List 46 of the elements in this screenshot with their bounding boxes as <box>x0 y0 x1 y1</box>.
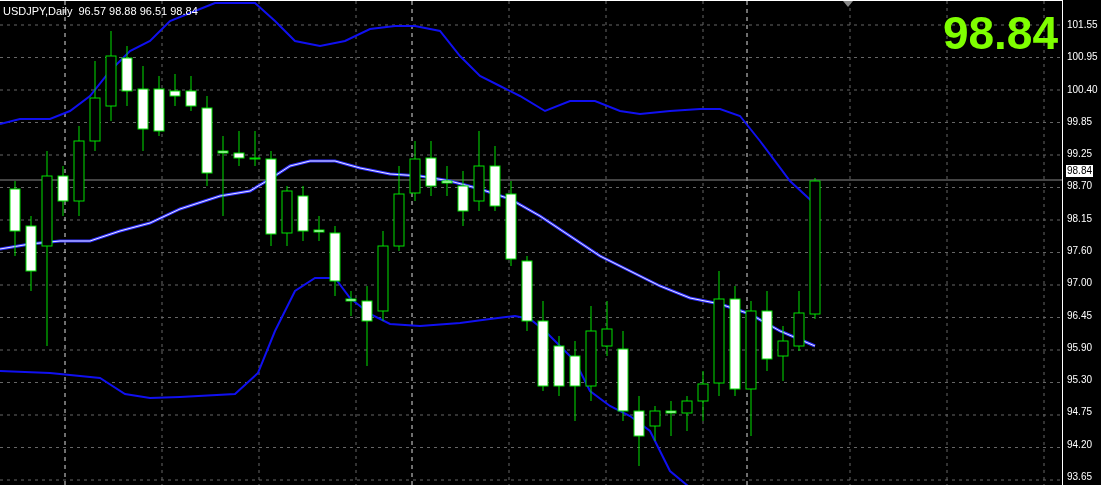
candlestick <box>425 140 437 197</box>
candlestick <box>345 290 357 317</box>
candlestick <box>681 395 693 432</box>
candlestick <box>185 75 197 112</box>
price-axis-label: 95.90 <box>1067 341 1094 354</box>
candlestick <box>553 335 565 397</box>
candlestick <box>633 395 645 467</box>
candlestick <box>441 165 453 197</box>
candlestick <box>121 45 133 107</box>
candlestick <box>489 145 501 212</box>
price-axis-label: 100.40 <box>1067 83 1099 96</box>
price-axis-label: 98.15 <box>1067 212 1094 225</box>
price-axis-label: 98.70 <box>1067 180 1094 193</box>
candlestick <box>169 73 181 107</box>
candlestick <box>457 170 469 227</box>
price-axis-label: 100.95 <box>1067 51 1099 64</box>
candlestick <box>409 140 421 202</box>
price-axis-label: 97.60 <box>1067 244 1094 257</box>
candlestick <box>601 300 613 357</box>
candlestick <box>57 165 69 217</box>
price-axis-label: 101.55 <box>1067 19 1099 31</box>
candlestick <box>313 215 325 242</box>
candlestick <box>649 405 661 442</box>
candlestick <box>793 290 805 352</box>
price-axis-label: 94.75 <box>1067 406 1094 419</box>
price-axis-label: 99.25 <box>1067 148 1094 161</box>
candlestick <box>233 130 245 167</box>
ohlc-values: 96.57 98.88 96.51 98.84 <box>78 4 198 18</box>
candlestick <box>297 185 309 242</box>
candlestick <box>249 130 261 167</box>
price-axis-label: 93.65 <box>1067 470 1094 483</box>
symbol-label: USDJPY,Daily <box>3 4 73 18</box>
price-axis-label: 97.00 <box>1067 277 1094 290</box>
candlestick <box>329 225 341 297</box>
candlestick <box>153 75 165 137</box>
candlestick <box>777 325 789 382</box>
current-price-tag: 98.84 <box>1066 165 1094 177</box>
price-axis-label: 96.45 <box>1067 309 1094 322</box>
candlestick <box>281 185 293 247</box>
price-axis-label: 99.85 <box>1067 115 1094 128</box>
candlestick <box>697 370 709 422</box>
triangle-marker-icon <box>843 1 853 7</box>
price-axis-label: 94.20 <box>1067 438 1094 451</box>
candlestick <box>665 400 677 437</box>
current-price-display: 98.84 <box>942 9 1058 57</box>
price-axis-label: 95.30 <box>1067 374 1094 387</box>
